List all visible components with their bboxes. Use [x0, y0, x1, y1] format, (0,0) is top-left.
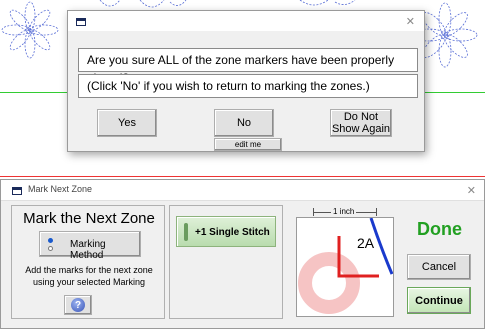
- scale-ruler: 1 inch: [313, 207, 377, 216]
- ruler-label: 1 inch: [331, 207, 357, 216]
- stitch-ring: [298, 252, 360, 314]
- marking-method-button[interactable]: Marking Method: [39, 231, 141, 261]
- stitch-group: +1 Single Stitch: [169, 205, 283, 319]
- instruction-text: Add the marks for the next zone using yo…: [12, 264, 166, 288]
- do-not-show-line1: Do Not: [343, 111, 379, 123]
- close-icon[interactable]: ✕: [467, 184, 476, 197]
- close-icon[interactable]: ✕: [406, 15, 415, 28]
- confirm-titlebar[interactable]: ✕: [68, 11, 424, 31]
- instruction-line2: using your selected Marking: [32, 277, 146, 287]
- do-not-show-again-button[interactable]: Do Not Show Again: [330, 109, 392, 137]
- instructions-group: Mark the Next Zone Marking Method Add th…: [11, 205, 165, 319]
- yes-button[interactable]: Yes: [97, 109, 157, 137]
- panel-titlebar[interactable]: Mark Next Zone ✕: [1, 180, 484, 201]
- continue-button[interactable]: Continue: [407, 287, 471, 314]
- ruler-tick-left: [313, 208, 314, 216]
- do-not-show-line2: Show Again: [331, 123, 391, 135]
- app-window-icon: [76, 18, 86, 26]
- confirm-message: Are you sure ALL of the zone markers hav…: [78, 48, 418, 85]
- panel-heading: Mark the Next Zone: [23, 210, 155, 227]
- radio-unselected-icon: [48, 246, 53, 251]
- single-stitch-button[interactable]: +1 Single Stitch: [176, 216, 276, 247]
- single-stitch-label: +1 Single Stitch: [195, 227, 270, 238]
- ruler-tick-right: [376, 208, 377, 216]
- no-button[interactable]: No: [214, 109, 274, 137]
- instruction-line1: Add the marks for the next zone: [25, 265, 153, 275]
- radio-selected-icon: [48, 238, 53, 243]
- marking-method-label: Marking Method: [70, 239, 106, 261]
- zone-preview-drawing: 2A: [298, 217, 394, 314]
- panel-title: Mark Next Zone: [28, 184, 93, 194]
- zone-guide-red: [0, 176, 485, 177]
- cancel-button[interactable]: Cancel: [407, 254, 471, 280]
- help-button[interactable]: ?: [64, 295, 92, 315]
- app-window-icon: [12, 187, 22, 195]
- zone-label: 2A: [357, 235, 375, 251]
- edit-me-button[interactable]: edit me: [214, 138, 282, 151]
- done-label: Done: [417, 219, 462, 239]
- zone-preview: 2A: [296, 217, 394, 317]
- help-icon: ?: [71, 298, 85, 312]
- needle-icon: [184, 223, 188, 241]
- confirm-dialog: ✕ Are you sure ALL of the zone markers h…: [67, 10, 425, 152]
- confirm-note: (Click 'No' if you wish to return to mar…: [78, 74, 418, 98]
- zone-boundary-curve: [369, 217, 394, 275]
